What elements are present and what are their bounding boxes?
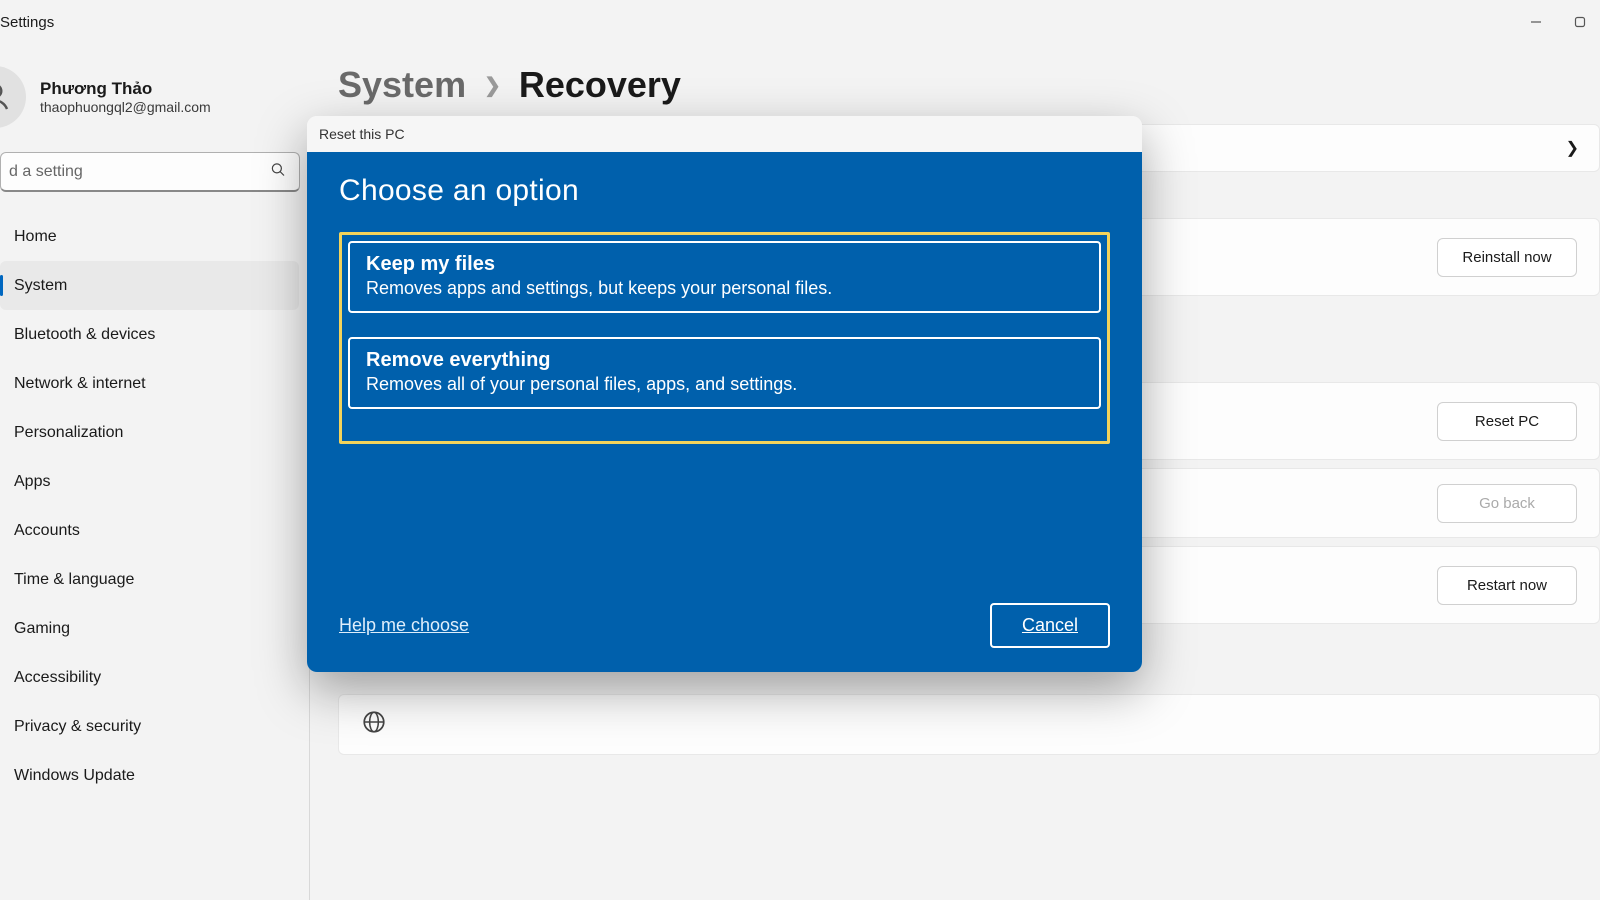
nav-privacy[interactable]: Privacy & security [0, 702, 299, 751]
remove-everything-option[interactable]: Remove everything Removes all of your pe… [348, 337, 1101, 409]
globe-icon [361, 709, 391, 740]
nav-accounts[interactable]: Accounts [0, 506, 299, 555]
nav-home[interactable]: Home [0, 212, 299, 261]
nav-time-language[interactable]: Time & language [0, 555, 299, 604]
reset-pc-button[interactable]: Reset PC [1437, 402, 1577, 441]
avatar [0, 66, 26, 128]
reinstall-now-button[interactable]: Reinstall now [1437, 238, 1577, 277]
dialog-title: Reset this PC [307, 116, 1142, 152]
breadcrumb-root[interactable]: System [338, 64, 466, 106]
search-input[interactable] [9, 163, 259, 181]
breadcrumb: System ❯ Recovery [338, 64, 1600, 106]
profile-email: thaophuongql2@gmail.com [40, 99, 211, 115]
reset-this-pc-dialog: Reset this PC Choose an option Keep my f… [307, 116, 1142, 672]
nav-personalization[interactable]: Personalization [0, 408, 299, 457]
nav-bluetooth[interactable]: Bluetooth & devices [0, 310, 299, 359]
profile-block[interactable]: Phương Thảo thaophuongql2@gmail.com [0, 66, 310, 152]
window-title: Settings [0, 14, 54, 31]
nav-accessibility[interactable]: Accessibility [0, 653, 299, 702]
window-titlebar: Settings [0, 0, 1600, 44]
restart-now-button[interactable]: Restart now [1437, 566, 1577, 605]
option-title: Keep my files [366, 253, 1083, 276]
breadcrumb-leaf: Recovery [519, 64, 681, 106]
option-desc: Removes apps and settings, but keeps you… [366, 278, 1083, 299]
nav-system[interactable]: System [0, 261, 299, 310]
sidebar: Phương Thảo thaophuongql2@gmail.com Home… [0, 44, 310, 900]
user-icon [0, 79, 13, 115]
search-input-wrapper[interactable] [0, 152, 300, 192]
cancel-button[interactable]: Cancel [990, 603, 1110, 648]
minimize-button[interactable] [1528, 14, 1544, 30]
nav-windows-update[interactable]: Windows Update [0, 751, 299, 800]
nav-list: Home System Bluetooth & devices Network … [0, 212, 310, 900]
profile-name: Phương Thảo [40, 79, 211, 99]
option-highlight-frame: Keep my files Removes apps and settings,… [339, 232, 1110, 444]
chevron-right-icon: ❯ [484, 73, 501, 98]
go-back-button: Go back [1437, 484, 1577, 523]
option-desc: Removes all of your personal files, apps… [366, 374, 1083, 395]
chevron-right-icon: ❯ [1566, 138, 1579, 158]
dialog-heading: Choose an option [339, 174, 1110, 208]
nav-network[interactable]: Network & internet [0, 359, 299, 408]
help-me-choose-link[interactable]: Help me choose [339, 615, 469, 636]
keep-my-files-option[interactable]: Keep my files Removes apps and settings,… [348, 241, 1101, 313]
search-icon [269, 160, 287, 183]
nav-apps[interactable]: Apps [0, 457, 299, 506]
window-controls [1528, 14, 1588, 30]
maximize-button[interactable] [1572, 14, 1588, 30]
profile-text: Phương Thảo thaophuongql2@gmail.com [40, 79, 211, 115]
nav-gaming[interactable]: Gaming [0, 604, 299, 653]
related-support-card[interactable] [338, 694, 1600, 755]
option-title: Remove everything [366, 349, 1083, 372]
